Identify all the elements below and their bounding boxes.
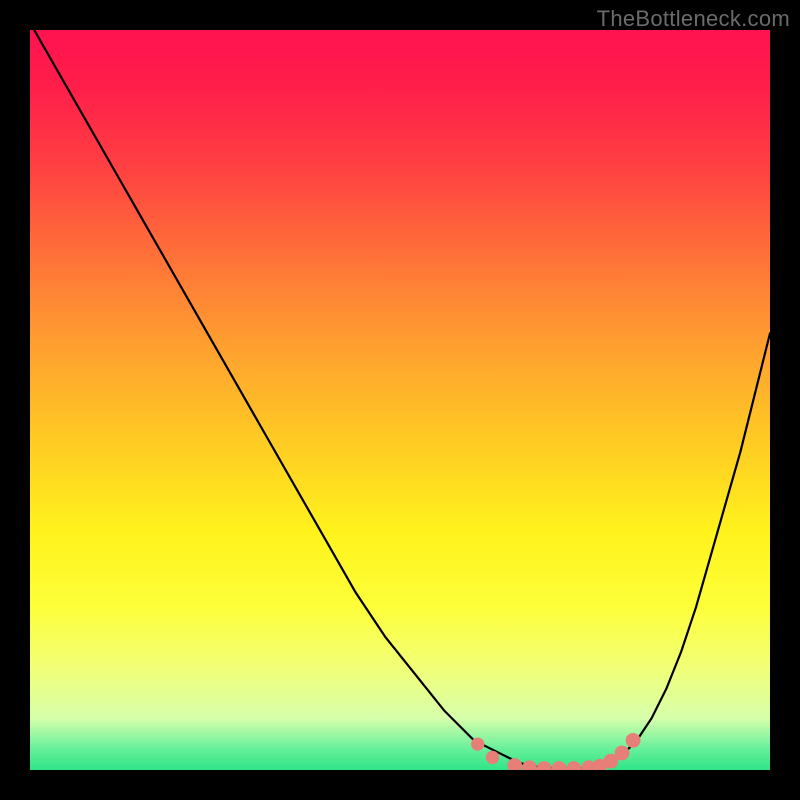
marker-dot — [486, 751, 499, 764]
watermark-text: TheBottleneck.com — [597, 6, 790, 32]
marker-dot — [507, 758, 522, 770]
curve-line — [30, 30, 770, 769]
bottleneck-curve-chart — [30, 30, 770, 770]
marker-dot — [537, 761, 552, 770]
marker-dot — [552, 761, 567, 770]
marker-dot — [615, 746, 630, 761]
marker-dot — [471, 737, 484, 750]
chart-area — [30, 30, 770, 770]
marker-dot — [567, 761, 582, 770]
marker-dot — [626, 733, 641, 748]
marker-dot — [522, 760, 537, 770]
